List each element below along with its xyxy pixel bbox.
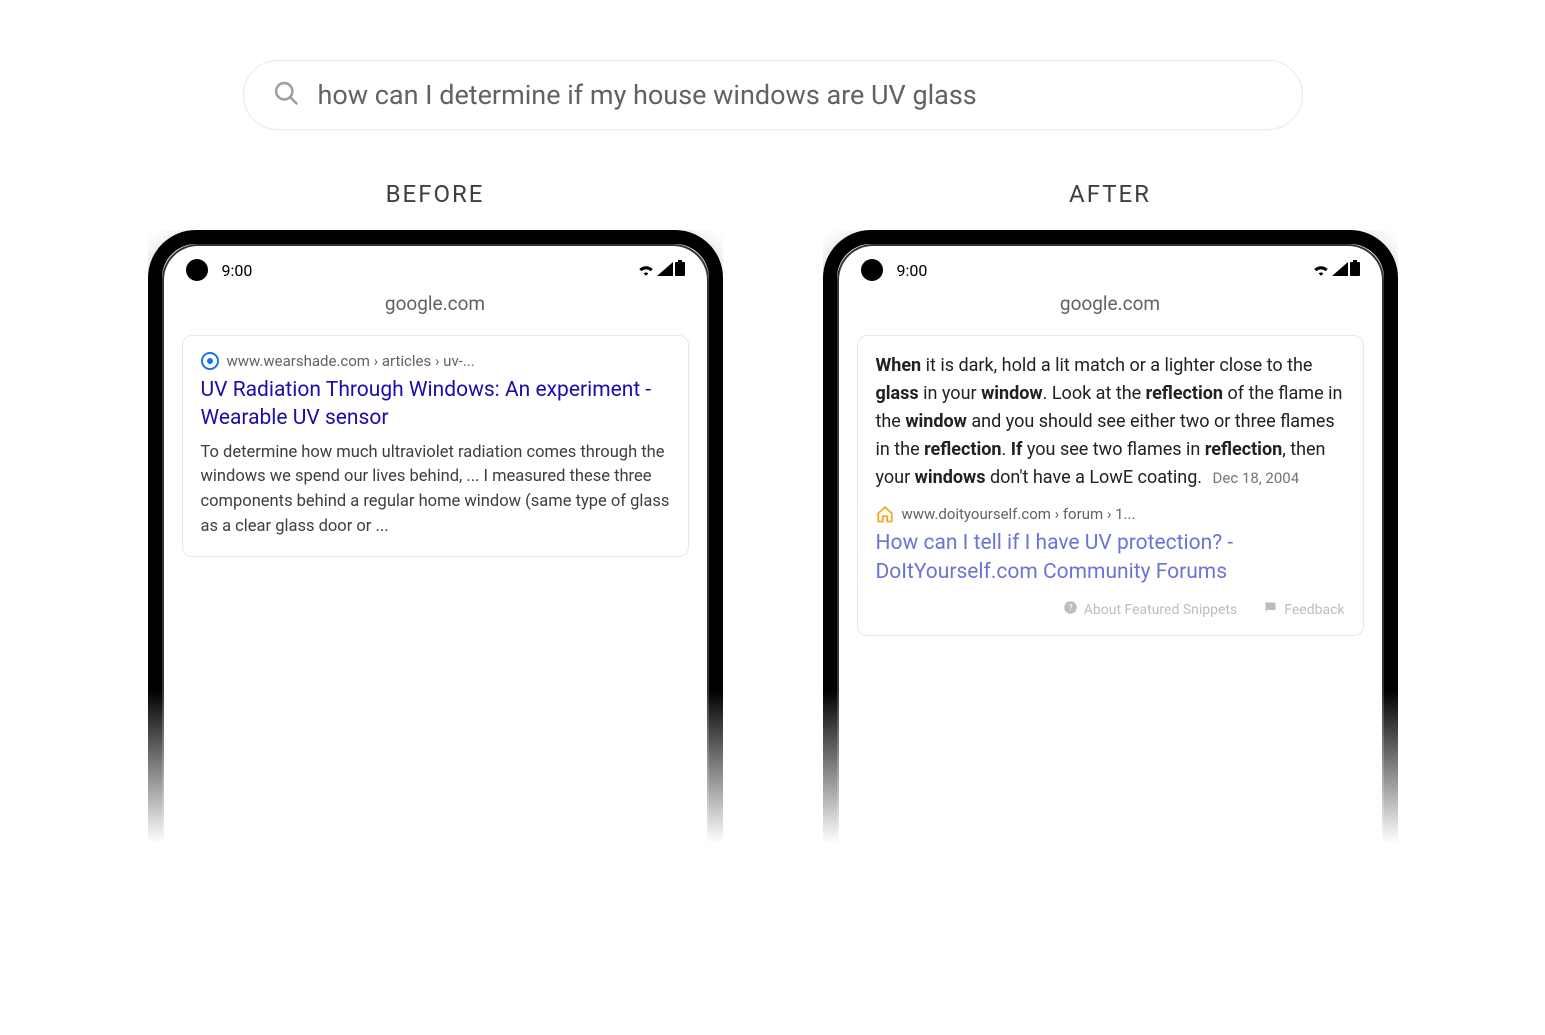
result-breadcrumb: www.wearshade.com › articles › uv-... xyxy=(201,352,670,370)
favicon-icon xyxy=(876,505,894,523)
camera-hole xyxy=(861,259,883,281)
status-bar: 9:00 xyxy=(166,248,705,292)
status-bar: 9:00 xyxy=(841,248,1380,292)
address-bar[interactable]: google.com xyxy=(166,292,705,325)
wifi-icon xyxy=(1312,261,1330,280)
search-icon xyxy=(272,79,300,111)
battery-icon xyxy=(1350,260,1360,280)
before-column: BEFORE 9:00 xyxy=(148,180,723,870)
signal-icon xyxy=(1332,261,1348,280)
snippet-date: Dec 18, 2004 xyxy=(1213,469,1300,487)
battery-icon xyxy=(675,260,685,280)
breadcrumb-text: www.wearshade.com › articles › uv-... xyxy=(227,352,475,370)
search-bar[interactable]: how can I determine if my house windows … xyxy=(243,60,1303,130)
featured-snippet-text: When it is dark, hold a lit match or a l… xyxy=(876,352,1345,491)
favicon-icon xyxy=(201,352,219,370)
phone-after: 9:00 xyxy=(823,230,1398,870)
result-title[interactable]: How can I tell if I have UV protection? … xyxy=(876,529,1345,586)
featured-snippet-card[interactable]: When it is dark, hold a lit match or a l… xyxy=(857,335,1364,636)
about-featured-snippets-link[interactable]: ? About Featured Snippets xyxy=(1063,600,1238,619)
after-label: AFTER xyxy=(1069,180,1151,208)
after-column: AFTER 9:00 xyxy=(823,180,1398,870)
feedback-icon xyxy=(1263,600,1278,619)
help-icon: ? xyxy=(1063,600,1078,619)
svg-text:?: ? xyxy=(1068,604,1072,614)
before-label: BEFORE xyxy=(386,180,485,208)
breadcrumb-text: www.doityourself.com › forum › 1... xyxy=(902,505,1136,523)
search-result[interactable]: www.wearshade.com › articles › uv-... UV… xyxy=(182,335,689,557)
address-bar[interactable]: google.com xyxy=(841,292,1380,325)
search-query-text: how can I determine if my house windows … xyxy=(318,79,977,111)
signal-icon xyxy=(657,261,673,280)
result-title[interactable]: UV Radiation Through Windows: An experim… xyxy=(201,376,670,433)
feedback-link[interactable]: Feedback xyxy=(1263,600,1344,619)
result-breadcrumb: www.doityourself.com › forum › 1... xyxy=(876,505,1345,523)
clock: 9:00 xyxy=(222,261,253,280)
wifi-icon xyxy=(637,261,655,280)
result-snippet: To determine how much ultraviolet radiat… xyxy=(201,441,670,540)
camera-hole xyxy=(186,259,208,281)
clock: 9:00 xyxy=(897,261,928,280)
phone-before: 9:00 xyxy=(148,230,723,870)
